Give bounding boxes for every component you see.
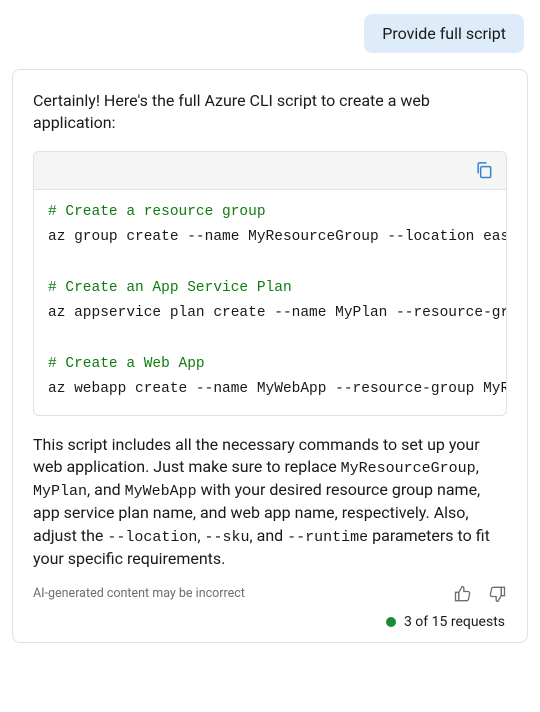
code-comment: # Create a Web App bbox=[48, 356, 205, 372]
code-line: az group create --name MyResourceGroup -… bbox=[48, 229, 506, 245]
copy-icon[interactable] bbox=[474, 160, 494, 180]
thumbs-up-icon[interactable] bbox=[453, 584, 473, 604]
inline-code: --runtime bbox=[287, 529, 368, 546]
requests-status-text: 3 of 15 requests bbox=[404, 614, 505, 630]
feedback-icons bbox=[453, 584, 507, 604]
thumbs-down-icon[interactable] bbox=[487, 584, 507, 604]
status-dot-icon bbox=[386, 617, 396, 627]
code-line: az webapp create --name MyWebApp --resou… bbox=[48, 381, 506, 397]
inline-code: --location bbox=[107, 529, 197, 546]
inline-code: MyPlan bbox=[33, 483, 87, 500]
code-content: # Create a resource group az group creat… bbox=[34, 190, 506, 415]
inline-code: --sku bbox=[204, 529, 249, 546]
assistant-intro-text: Certainly! Here's the full Azure CLI scr… bbox=[33, 90, 507, 135]
user-message-bubble: Provide full script bbox=[364, 14, 524, 53]
inline-code: MyWebApp bbox=[125, 483, 197, 500]
user-message-text: Provide full script bbox=[382, 24, 506, 43]
user-message-row: Provide full script bbox=[8, 8, 532, 53]
code-line: az appservice plan create --name MyPlan … bbox=[48, 305, 506, 321]
code-block: # Create a resource group az group creat… bbox=[33, 151, 507, 416]
code-comment: # Create an App Service Plan bbox=[48, 280, 292, 296]
code-toolbar bbox=[34, 152, 506, 190]
inline-code: MyResourceGroup bbox=[341, 460, 476, 477]
assistant-followup-text: This script includes all the necessary c… bbox=[33, 434, 507, 570]
requests-status-row: 3 of 15 requests bbox=[33, 614, 507, 630]
assistant-response-card: Certainly! Here's the full Azure CLI scr… bbox=[12, 69, 528, 643]
ai-disclaimer-text: AI-generated content may be incorrect bbox=[33, 586, 245, 601]
code-comment: # Create a resource group bbox=[48, 204, 266, 220]
card-footer: AI-generated content may be incorrect bbox=[33, 584, 507, 604]
